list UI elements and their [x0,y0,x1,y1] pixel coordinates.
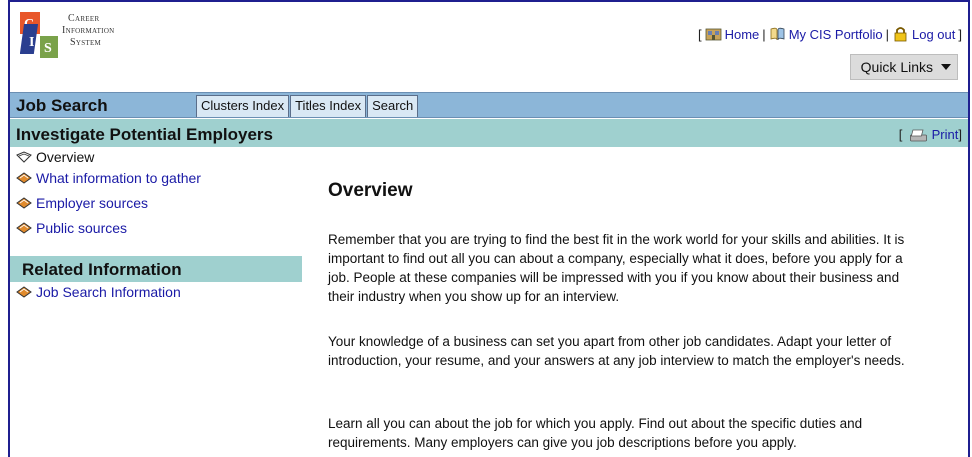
separator: | [885,26,889,42]
logo-line: System [70,37,102,48]
paragraph: Learn all you can about the job for whic… [328,416,863,450]
logout-link[interactable]: Log out [912,27,955,42]
home-link[interactable]: Home [725,27,760,42]
quick-links-label: Quick Links [860,59,933,75]
sidebar-item-overview[interactable]: Overview [16,149,296,165]
print-link[interactable]: Print [932,127,959,142]
tab-clusters-index[interactable]: Clusters Index [196,95,290,117]
main-content: Overview Remember that you are trying to… [328,180,928,450]
lock-icon[interactable] [892,26,909,42]
book-icon [16,286,32,298]
related-item-label: Job Search Information [36,284,181,300]
sidebar-item-label: Employer sources [36,194,149,211]
tab-titles-index[interactable]: Titles Index [290,95,367,117]
sidebar-item-label: Overview [36,149,95,165]
sidebar-item-label: Public sources [36,219,128,236]
related-heading-label: Related Information [22,260,182,279]
sidebar: Overview What information to gather Empl… [16,149,296,240]
portfolio-icon[interactable] [769,26,786,42]
bracket-open: [ [697,26,702,42]
sidebar-item-what-information[interactable]: What information to gather [16,165,296,190]
book-icon [16,171,32,184]
home-icon[interactable] [705,26,722,42]
separator: | [762,26,766,42]
section-title: Job Search [16,96,108,115]
open-book-icon [16,151,32,163]
sidebar-item-public-sources[interactable]: Public sources [16,215,296,240]
related-information-heading: Related Information [10,256,302,282]
logo-line: Information [62,25,115,36]
sidebar-item-employer-sources[interactable]: Employer sources [16,190,296,215]
page-frame: C I S Career Information System [ Home |… [8,0,970,457]
page-title: Investigate Potential Employers [16,125,273,144]
bracket-close: ] [958,26,962,42]
svg-text:S: S [44,41,52,56]
section-bar: Job Search Clusters Index Titles Index S… [10,92,968,118]
printer-icon[interactable] [906,128,928,144]
content-heading: Overview [328,180,413,201]
logo-line: Career [68,13,100,24]
top-links: [ Home | My CIS Portfolio | Log out ] [698,26,962,42]
page-title-bar: Investigate Potential Employers [ Print] [10,119,968,147]
tab-bar: Clusters Index Titles Index Search [196,95,419,117]
quick-links-dropdown[interactable]: Quick Links [850,54,958,80]
print-control: [ Print] [898,127,962,144]
sidebar-item-label: What information to gather [36,169,201,186]
chevron-down-icon [941,64,951,70]
svg-text:I: I [29,35,34,50]
cis-logo: C I S [20,12,58,58]
related-item-job-search[interactable]: Job Search Information [16,284,181,300]
paragraph: Remember that you are trying to find the… [328,232,905,304]
portfolio-link[interactable]: My CIS Portfolio [789,27,883,42]
book-icon [16,196,32,209]
book-icon [16,221,32,234]
logo-wordmark: Career Information System [62,13,115,49]
tab-search[interactable]: Search [367,95,419,117]
paragraph: Your knowledge of a business can set you… [328,334,905,368]
